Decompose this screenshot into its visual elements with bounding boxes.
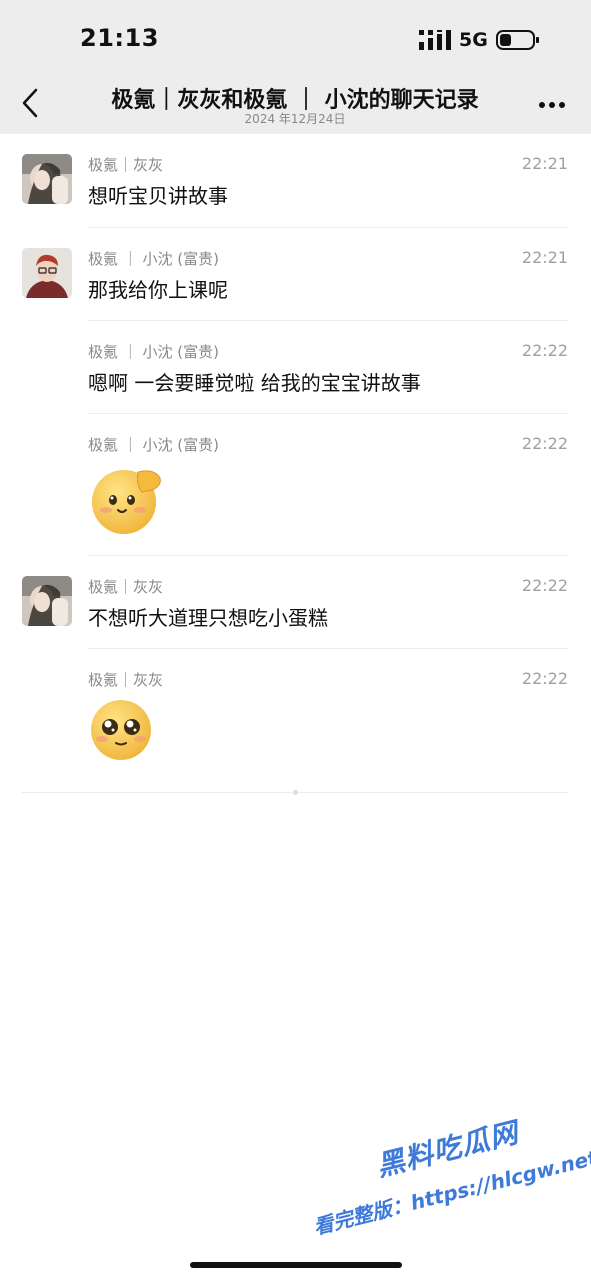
message-time: 22:22 bbox=[521, 341, 568, 360]
back-arrow-icon[interactable] bbox=[18, 86, 42, 120]
message-time: 22:22 bbox=[521, 434, 568, 453]
page-subtitle-date: 2024 年12月24日 bbox=[244, 112, 346, 126]
message-text: 不想听大道理只想吃小蛋糕 bbox=[88, 606, 328, 630]
sender-name: 极氪 ｜ 小沈 (富贵) bbox=[88, 250, 220, 268]
network-label: 5G bbox=[459, 29, 488, 51]
status-bar: 21:13 5G bbox=[0, 0, 591, 76]
message-divider bbox=[88, 227, 569, 228]
sender-name: 极氪 ｜ 小沈 (富贵) bbox=[88, 436, 220, 454]
end-dot bbox=[293, 790, 298, 795]
message-divider bbox=[88, 320, 569, 321]
message-text: 想听宝贝讲故事 bbox=[88, 184, 228, 208]
message-time: 22:21 bbox=[521, 154, 568, 173]
sender-name: 极氪｜灰灰 bbox=[88, 156, 164, 174]
salute-emoji-icon[interactable] bbox=[88, 464, 166, 536]
message-divider bbox=[88, 555, 569, 556]
nav-bar: 极氪｜灰灰和极氪 ｜ 小沈的聊天记录 2024 年12月24日 bbox=[0, 76, 591, 134]
message-divider bbox=[88, 648, 569, 649]
avatar[interactable] bbox=[22, 576, 72, 626]
avatar[interactable] bbox=[22, 248, 72, 298]
message-time: 22:22 bbox=[521, 576, 568, 595]
more-options-icon[interactable] bbox=[538, 100, 566, 110]
sender-name: 极氪｜灰灰 bbox=[88, 671, 164, 689]
message-divider bbox=[88, 413, 569, 414]
signal-icon bbox=[419, 30, 451, 50]
battery-icon bbox=[496, 30, 539, 50]
message-time: 22:21 bbox=[521, 248, 568, 267]
avatar[interactable] bbox=[22, 154, 72, 204]
sender-name: 极氪 ｜ 小沈 (富贵) bbox=[88, 343, 220, 361]
message-time: 22:22 bbox=[521, 669, 568, 688]
sender-name: 极氪｜灰灰 bbox=[88, 578, 164, 596]
message-text: 那我给你上课呢 bbox=[88, 278, 228, 302]
message-text: 嗯啊 一会要睡觉啦 给我的宝宝讲故事 bbox=[88, 371, 421, 395]
pleading-emoji-icon[interactable] bbox=[88, 697, 154, 763]
status-time: 21:13 bbox=[80, 24, 159, 52]
home-indicator bbox=[190, 1262, 402, 1268]
